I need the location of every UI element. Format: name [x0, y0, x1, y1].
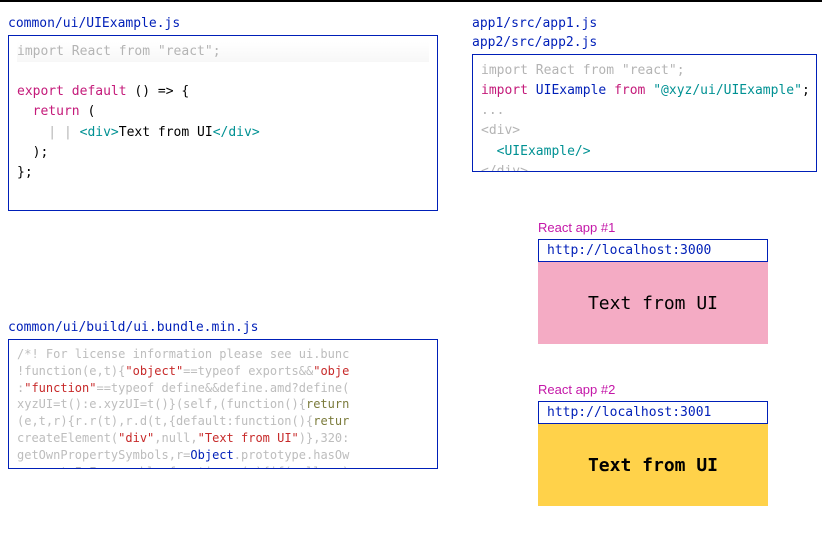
app-label: React app #2	[538, 382, 768, 397]
react-app-1-preview: React app #1 http://localhost:3000 Text …	[538, 220, 768, 344]
rendered-text: Text from UI	[588, 293, 718, 314]
rendered-text: Text from UI	[588, 455, 718, 476]
source-code-panel-uiexample: common/ui/UIExample.js import React from…	[8, 16, 438, 211]
react-app-2-preview: React app #2 http://localhost:3001 Text …	[538, 382, 768, 506]
address-bar: http://localhost:3001	[538, 401, 768, 424]
code-box-uiexample: import React from "react"; export defaul…	[8, 35, 438, 211]
file-path-label: app1/src/app1.js	[472, 16, 817, 31]
bundle-code-panel: common/ui/build/ui.bundle.min.js /*! For…	[8, 320, 438, 469]
app-rendered-output: Text from UI	[538, 424, 768, 506]
file-path-label: common/ui/UIExample.js	[8, 16, 438, 31]
code-box-bundle: /*! For license information please see u…	[8, 339, 438, 469]
code-box-consumer: import React from "react"; import UIExam…	[472, 54, 817, 172]
app-label: React app #1	[538, 220, 768, 235]
file-path-label: app2/src/app2.js	[472, 35, 817, 50]
file-path-label: common/ui/build/ui.bundle.min.js	[8, 320, 438, 335]
consumer-code-panel: app1/src/app1.js app2/src/app2.js import…	[472, 16, 817, 172]
address-bar: http://localhost:3000	[538, 239, 768, 262]
app-rendered-output: Text from UI	[538, 262, 768, 344]
